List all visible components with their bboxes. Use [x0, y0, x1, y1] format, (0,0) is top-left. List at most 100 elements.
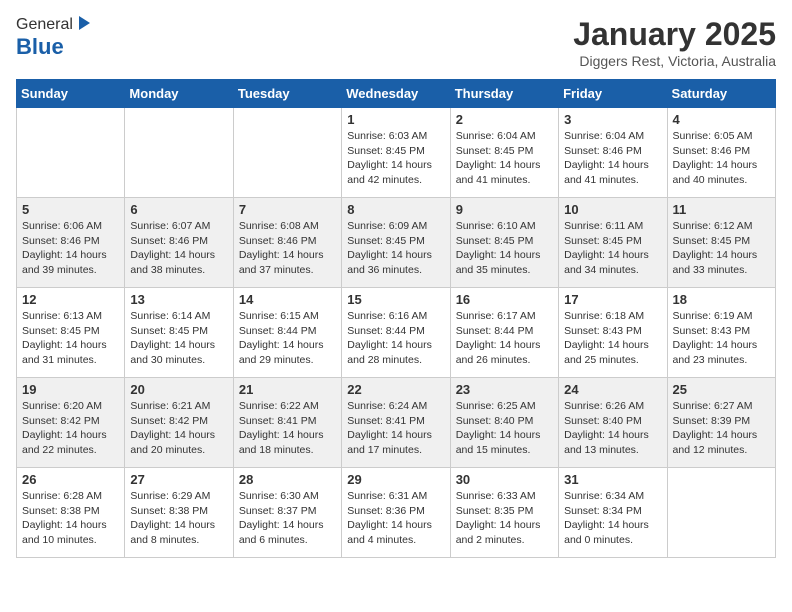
calendar-day-cell: 9Sunrise: 6:10 AM Sunset: 8:45 PM Daylig… — [450, 198, 558, 288]
day-info: Sunrise: 6:13 AM Sunset: 8:45 PM Dayligh… — [22, 309, 119, 368]
day-info: Sunrise: 6:15 AM Sunset: 8:44 PM Dayligh… — [239, 309, 336, 368]
day-number: 11 — [673, 202, 770, 217]
calendar-day-cell: 21 Sunrise: 6:22 AM Sunset: 8:41 PM Dayli… — [233, 378, 341, 468]
day-info: Sunrise: 6:08 AM Sunset: 8:46 PM Dayligh… — [239, 219, 336, 278]
day-number: 19 — [22, 382, 119, 397]
calendar-day-cell: 11 Sunrise: 6:12 AM Sunset: 8:45 PM Dayli… — [667, 198, 775, 288]
calendar-day-cell: 12 Sunrise: 6:13 AM Sunset: 8:45 PM Dayli… — [17, 288, 125, 378]
day-number: 18 — [673, 292, 770, 307]
logo-blue-text: Blue — [16, 34, 64, 60]
day-number: 3 — [564, 112, 661, 127]
calendar-day-cell: 2 Sunrise: 6:04 AM Sunset: 8:45 PM Daylig… — [450, 108, 558, 198]
day-info: Sunrise: 6:04 AM Sunset: 8:45 PM Dayligh… — [456, 129, 553, 188]
day-info: Sunrise: 6:30 AM Sunset: 8:37 PM Dayligh… — [239, 489, 336, 548]
calendar-day-cell: 19 Sunrise: 6:20 AM Sunset: 8:42 PM Dayli… — [17, 378, 125, 468]
day-number: 23 — [456, 382, 553, 397]
day-info: Sunrise: 6:16 AM Sunset: 8:44 PM Dayligh… — [347, 309, 444, 368]
day-info: Sunrise: 6:22 AM Sunset: 8:41 PM Dayligh… — [239, 399, 336, 458]
calendar-day-cell: 20 Sunrise: 6:21 AM Sunset: 8:42 PM Dayli… — [125, 378, 233, 468]
calendar-day-cell — [17, 108, 125, 198]
calendar-day-cell: 10 Sunrise: 6:11 AM Sunset: 8:45 PM Dayli… — [559, 198, 667, 288]
day-number: 29 — [347, 472, 444, 487]
calendar-day-cell: 22Sunrise: 6:24 AM Sunset: 8:41 PM Dayli… — [342, 378, 450, 468]
calendar-day-cell: 4Sunrise: 6:05 AM Sunset: 8:46 PM Daylig… — [667, 108, 775, 198]
day-number: 4 — [673, 112, 770, 127]
day-info: Sunrise: 6:28 AM Sunset: 8:38 PM Dayligh… — [22, 489, 119, 548]
day-number: 24 — [564, 382, 661, 397]
calendar-day-cell: 3Sunrise: 6:04 AM Sunset: 8:46 PM Daylig… — [559, 108, 667, 198]
calendar-day-cell: 6 Sunrise: 6:07 AM Sunset: 8:46 PM Daylig… — [125, 198, 233, 288]
calendar-day-cell: 14Sunrise: 6:15 AM Sunset: 8:44 PM Dayli… — [233, 288, 341, 378]
day-info: Sunrise: 6:20 AM Sunset: 8:42 PM Dayligh… — [22, 399, 119, 458]
day-number: 5 — [22, 202, 119, 217]
day-number: 31 — [564, 472, 661, 487]
calendar-day-cell: 8 Sunrise: 6:09 AM Sunset: 8:45 PM Daylig… — [342, 198, 450, 288]
day-info: Sunrise: 6:29 AM Sunset: 8:38 PM Dayligh… — [130, 489, 227, 548]
calendar-day-cell: 18 Sunrise: 6:19 AM Sunset: 8:43 PM Dayli… — [667, 288, 775, 378]
day-of-week-header: Tuesday — [233, 80, 341, 108]
day-number: 22 — [347, 382, 444, 397]
calendar-day-cell — [667, 468, 775, 558]
calendar-day-cell: 24 Sunrise: 6:26 AM Sunset: 8:40 PM Dayli… — [559, 378, 667, 468]
day-number: 30 — [456, 472, 553, 487]
day-info: Sunrise: 6:25 AM Sunset: 8:40 PM Dayligh… — [456, 399, 553, 458]
day-info: Sunrise: 6:07 AM Sunset: 8:46 PM Dayligh… — [130, 219, 227, 278]
calendar-table: SundayMondayTuesdayWednesdayThursdayFrid… — [16, 79, 776, 558]
day-of-week-header: Saturday — [667, 80, 775, 108]
day-info: Sunrise: 6:12 AM Sunset: 8:45 PM Dayligh… — [673, 219, 770, 278]
calendar-day-cell: 15 Sunrise: 6:16 AM Sunset: 8:44 PM Dayli… — [342, 288, 450, 378]
calendar-day-cell: 16 Sunrise: 6:17 AM Sunset: 8:44 PM Dayli… — [450, 288, 558, 378]
calendar-day-cell — [125, 108, 233, 198]
day-info: Sunrise: 6:11 AM Sunset: 8:45 PM Dayligh… — [564, 219, 661, 278]
day-info: Sunrise: 6:27 AM Sunset: 8:39 PM Dayligh… — [673, 399, 770, 458]
page-header: General Blue January 2025 Diggers Rest, … — [16, 16, 776, 69]
day-info: Sunrise: 6:09 AM Sunset: 8:45 PM Dayligh… — [347, 219, 444, 278]
calendar-day-cell: 17Sunrise: 6:18 AM Sunset: 8:43 PM Dayli… — [559, 288, 667, 378]
day-info: Sunrise: 6:33 AM Sunset: 8:35 PM Dayligh… — [456, 489, 553, 548]
day-info: Sunrise: 6:26 AM Sunset: 8:40 PM Dayligh… — [564, 399, 661, 458]
day-number: 25 — [673, 382, 770, 397]
calendar-day-cell: 25 Sunrise: 6:27 AM Sunset: 8:39 PM Dayli… — [667, 378, 775, 468]
day-number: 6 — [130, 202, 227, 217]
day-info: Sunrise: 6:17 AM Sunset: 8:44 PM Dayligh… — [456, 309, 553, 368]
day-of-week-header: Sunday — [17, 80, 125, 108]
day-info: Sunrise: 6:06 AM Sunset: 8:46 PM Dayligh… — [22, 219, 119, 278]
calendar-day-cell: 1Sunrise: 6:03 AM Sunset: 8:45 PM Daylig… — [342, 108, 450, 198]
day-info: Sunrise: 6:31 AM Sunset: 8:36 PM Dayligh… — [347, 489, 444, 548]
day-info: Sunrise: 6:19 AM Sunset: 8:43 PM Dayligh… — [673, 309, 770, 368]
logo: General Blue — [16, 16, 92, 60]
logo-triangle-icon — [74, 14, 92, 32]
day-number: 17 — [564, 292, 661, 307]
day-number: 8 — [347, 202, 444, 217]
calendar-day-cell: 5 Sunrise: 6:06 AM Sunset: 8:46 PM Daylig… — [17, 198, 125, 288]
logo-general-text: General — [16, 16, 73, 34]
day-of-week-header: Wednesday — [342, 80, 450, 108]
calendar-week-row: 1Sunrise: 6:03 AM Sunset: 8:45 PM Daylig… — [17, 108, 776, 198]
day-info: Sunrise: 6:14 AM Sunset: 8:45 PM Dayligh… — [130, 309, 227, 368]
calendar-day-cell: 23 Sunrise: 6:25 AM Sunset: 8:40 PM Dayli… — [450, 378, 558, 468]
day-number: 12 — [22, 292, 119, 307]
calendar-header-row: SundayMondayTuesdayWednesdayThursdayFrid… — [17, 80, 776, 108]
day-of-week-header: Thursday — [450, 80, 558, 108]
calendar-day-cell — [233, 108, 341, 198]
day-number: 16 — [456, 292, 553, 307]
day-number: 9 — [456, 202, 553, 217]
day-number: 2 — [456, 112, 553, 127]
day-number: 10 — [564, 202, 661, 217]
calendar-day-cell: 28 Sunrise: 6:30 AM Sunset: 8:37 PM Dayli… — [233, 468, 341, 558]
day-info: Sunrise: 6:03 AM Sunset: 8:45 PM Dayligh… — [347, 129, 444, 188]
day-info: Sunrise: 6:34 AM Sunset: 8:34 PM Dayligh… — [564, 489, 661, 548]
calendar-day-cell: 26Sunrise: 6:28 AM Sunset: 8:38 PM Dayli… — [17, 468, 125, 558]
day-number: 27 — [130, 472, 227, 487]
day-number: 20 — [130, 382, 227, 397]
day-number: 28 — [239, 472, 336, 487]
day-number: 21 — [239, 382, 336, 397]
day-number: 15 — [347, 292, 444, 307]
calendar-day-cell: 29 Sunrise: 6:31 AM Sunset: 8:36 PM Dayli… — [342, 468, 450, 558]
day-info: Sunrise: 6:21 AM Sunset: 8:42 PM Dayligh… — [130, 399, 227, 458]
calendar-day-cell: 13Sunrise: 6:14 AM Sunset: 8:45 PM Dayli… — [125, 288, 233, 378]
calendar-day-cell: 7Sunrise: 6:08 AM Sunset: 8:46 PM Daylig… — [233, 198, 341, 288]
calendar-week-row: 5 Sunrise: 6:06 AM Sunset: 8:46 PM Daylig… — [17, 198, 776, 288]
calendar-day-cell: 31 Sunrise: 6:34 AM Sunset: 8:34 PM Dayli… — [559, 468, 667, 558]
calendar-day-cell: 30 Sunrise: 6:33 AM Sunset: 8:35 PM Dayli… — [450, 468, 558, 558]
